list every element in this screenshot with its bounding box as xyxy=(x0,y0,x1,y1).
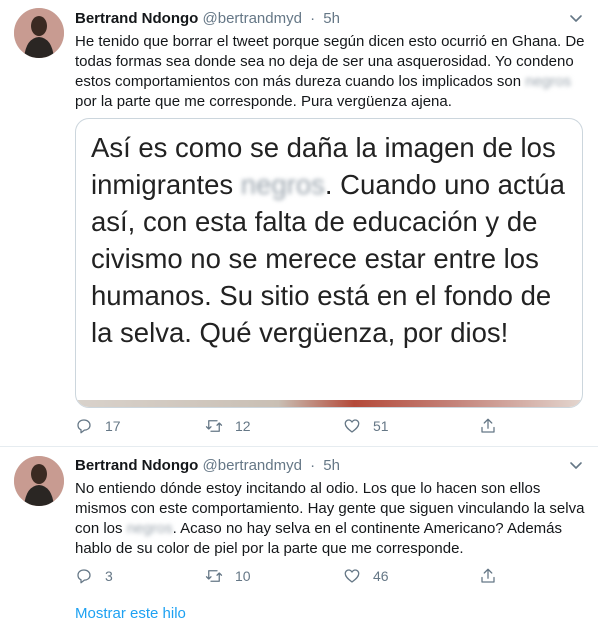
timestamp[interactable]: 5h xyxy=(323,457,340,474)
retweet-icon xyxy=(205,570,223,582)
separator-dot: · xyxy=(310,10,316,27)
author-name[interactable]: Bertrand Ndongo xyxy=(75,10,198,27)
tweet-actions: 3 10 46 xyxy=(75,566,505,586)
retweet-icon xyxy=(205,420,223,432)
separator-dot: · xyxy=(310,457,316,474)
retweet-count: 10 xyxy=(235,568,251,584)
retweet-button[interactable]: 10 xyxy=(205,566,251,586)
like-count: 51 xyxy=(373,418,389,434)
media-card[interactable]: Así es como se daña la imagen de los inm… xyxy=(75,118,583,408)
like-count: 46 xyxy=(373,568,389,584)
show-thread-link[interactable]: Mostrar este hilo xyxy=(75,604,186,624)
tweet-header: Bertrand Ndongo @bertrandmyd · 5h xyxy=(75,9,340,29)
image-preview-strip xyxy=(76,400,582,407)
author-name[interactable]: Bertrand Ndongo xyxy=(75,457,198,474)
reply-button[interactable]: 17 xyxy=(75,416,121,436)
chevron-down-icon[interactable] xyxy=(568,457,584,473)
reply-button[interactable]: 3 xyxy=(75,566,113,586)
reply-icon xyxy=(77,569,91,584)
blurred-word: negros xyxy=(126,520,173,537)
author-handle[interactable]: @bertrandmyd xyxy=(203,457,302,474)
avatar[interactable] xyxy=(14,456,64,506)
blurred-word: negros xyxy=(525,73,572,90)
tweet-actions: 17 12 51 xyxy=(75,416,505,436)
tweet[interactable]: Bertrand Ndongo @bertrandmyd · 5h No ent… xyxy=(0,447,598,628)
share-button[interactable] xyxy=(479,416,509,436)
timestamp[interactable]: 5h xyxy=(323,10,340,27)
like-button[interactable]: 46 xyxy=(343,566,389,586)
reply-icon xyxy=(77,419,91,434)
avatar[interactable] xyxy=(14,8,64,58)
chevron-down-icon[interactable] xyxy=(568,10,584,26)
share-icon xyxy=(481,418,495,433)
heart-icon xyxy=(344,419,360,433)
tweet-text: No entiendo dónde estoy incitando al odi… xyxy=(75,480,585,557)
share-icon xyxy=(481,568,495,583)
image-text: Así es como se daña la imagen de los inm… xyxy=(91,132,565,348)
tweet-header: Bertrand Ndongo @bertrandmyd · 5h xyxy=(75,456,340,476)
reply-count: 3 xyxy=(105,568,113,584)
retweet-count: 12 xyxy=(235,418,251,434)
share-button[interactable] xyxy=(479,566,509,586)
heart-icon xyxy=(344,569,360,583)
like-button[interactable]: 51 xyxy=(343,416,389,436)
tweet[interactable]: Bertrand Ndongo @bertrandmyd · 5h He ten… xyxy=(0,0,598,447)
reply-count: 17 xyxy=(105,418,121,434)
retweet-button[interactable]: 12 xyxy=(205,416,251,436)
blurred-word: negros xyxy=(240,169,325,200)
author-handle[interactable]: @bertrandmyd xyxy=(203,10,302,27)
tweet-text: He tenido que borrar el tweet porque seg… xyxy=(75,33,585,110)
